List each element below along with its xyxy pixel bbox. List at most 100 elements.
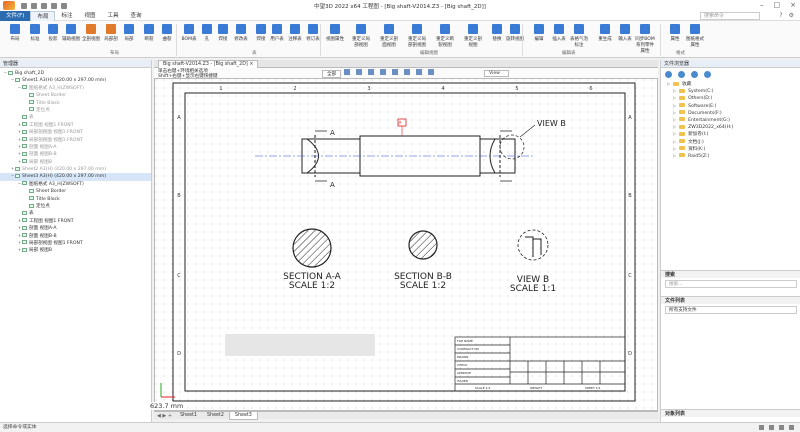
filter-select[interactable]: 全部 (322, 70, 342, 78)
tree-item[interactable]: − 图纸格式 A3_H(ZWSOFT) (0, 85, 151, 92)
expand-icon[interactable]: ▷ (673, 95, 676, 100)
ribbon-button-8[interactable]: 曲裂 (156, 24, 178, 42)
snap-icon[interactable] (404, 69, 410, 75)
folder-item[interactable]: ▷ 文档(J:) (661, 138, 800, 145)
render-icon[interactable] (392, 69, 398, 75)
tree-item[interactable]: Title Block (0, 196, 151, 203)
settings-icon[interactable]: ⚙ (789, 12, 794, 19)
tree-item[interactable]: + 剖面 视图B-B (0, 233, 151, 240)
folder-item[interactable]: ▷ Software(E:) (661, 102, 800, 109)
ribbon-button-30[interactable]: 同步BOM系列零件属性 (634, 24, 656, 54)
menu-layout[interactable]: 布局 (30, 10, 56, 21)
up-icon[interactable] (691, 70, 698, 78)
tree-item[interactable]: + 局部 视图B (0, 159, 151, 166)
tree-item[interactable]: 表 (0, 210, 151, 217)
status-icon-1[interactable] (759, 425, 764, 430)
folder-item[interactable]: ▷ Others(D:) (661, 94, 800, 101)
folder-item[interactable]: ▷ Entertainment(G:) (661, 116, 800, 123)
expand-icon[interactable]: ▷ (673, 139, 676, 144)
tree-item[interactable]: + 局部剖视图 视图1 FRONT (0, 129, 151, 136)
ribbon-button-12[interactable]: 修改表 (230, 24, 252, 42)
expand-icon[interactable]: ▷ (673, 88, 676, 93)
back-icon[interactable] (665, 70, 672, 78)
tree-item[interactable]: − Big shaft_2D (0, 70, 151, 77)
tree-item[interactable]: + 工程图 视图1 FRONT (0, 218, 151, 225)
tree-item[interactable]: + Sheet2 A3(H) (420.00 x 297.00 mm) (0, 166, 151, 173)
help-icon[interactable]: ? (779, 12, 782, 19)
sheet-tab-3[interactable]: Sheet3 (228, 411, 258, 420)
menu-query[interactable]: 查询 (125, 11, 148, 21)
expand-icon[interactable]: ▷ (673, 131, 676, 136)
refresh-icon[interactable] (704, 70, 711, 78)
tree-item[interactable]: 定位点 (0, 107, 151, 114)
ribbon-button-26[interactable]: 插入表 (548, 24, 570, 42)
expand-icon[interactable]: ▷ (667, 81, 670, 86)
forward-icon[interactable] (678, 70, 685, 78)
zoom-icon[interactable] (344, 69, 350, 75)
tree-item[interactable]: + 剖面 视图B-B (0, 151, 151, 158)
status-icon-2[interactable] (769, 425, 774, 430)
ribbon-button-22[interactable]: 重定义剖视图 (462, 24, 484, 48)
ribbon-button-28[interactable]: 重生成 (594, 24, 616, 42)
tree-item[interactable]: Sheet Border (0, 92, 151, 99)
ribbon-button-0[interactable]: 布局 (4, 24, 26, 42)
view-select[interactable]: View (484, 70, 509, 77)
folder-item[interactable]: ▷ System(C:) (661, 87, 800, 94)
tree-item[interactable]: 表 (0, 114, 151, 121)
expand-icon[interactable]: ▷ (673, 117, 676, 122)
maximize-icon[interactable]: □ (774, 1, 781, 9)
ribbon-button-25[interactable]: 编辑 (528, 24, 550, 42)
tree-item[interactable]: + 剖面 视图A-A (0, 225, 151, 232)
ribbon-button-3[interactable]: 辅助视图 (60, 24, 82, 42)
command-search-input[interactable]: 搜索命令 (700, 12, 760, 20)
expand-icon[interactable]: ▷ (673, 146, 676, 151)
tree-item[interactable]: + 工程图 视图1 FRONT (0, 122, 151, 129)
menu-annotate[interactable]: 标注 (55, 11, 78, 21)
tree-item[interactable]: + 局部剖视图 视图1 FRONT (0, 137, 151, 144)
expand-icon[interactable]: ▷ (673, 103, 676, 108)
rotate-icon[interactable] (380, 69, 386, 75)
menu-file[interactable]: 文件(F) (0, 10, 31, 21)
tree-item[interactable]: − 图纸格式 A3_H(ZWSOFT) (0, 181, 151, 188)
file-filter-select[interactable]: 所有支持文件 (665, 306, 797, 314)
file-search-input[interactable]: 搜索... (665, 280, 797, 288)
expand-icon[interactable]: ▷ (673, 153, 676, 158)
ribbon-button-27[interactable]: 表格气泡标注 (568, 24, 590, 48)
ribbon-button-4[interactable]: 全剖视图 (80, 24, 102, 42)
ribbon-button-17[interactable]: 视图属性 (324, 24, 346, 42)
ribbon-button-6[interactable]: 局部 (118, 24, 140, 42)
tree-item[interactable]: + 剖面 视图A-A (0, 144, 151, 151)
status-icon-4[interactable] (789, 425, 794, 430)
status-icon-3[interactable] (779, 425, 784, 430)
grid-icon[interactable] (416, 69, 422, 75)
folder-item[interactable]: ▷ 资料(K:) (661, 145, 800, 152)
folder-item[interactable]: ▷ 新加卷(I:) (661, 130, 800, 137)
folder-item[interactable]: ▷ 收藏 (661, 80, 800, 87)
tree-item[interactable]: + 局部剖视图 视图1 FRONT (0, 240, 151, 247)
minimize-icon[interactable]: – (760, 1, 764, 9)
tree-item[interactable]: Sheet Border (0, 188, 151, 195)
ribbon-button-18[interactable]: 重定义局部视图 (350, 24, 372, 48)
tree-item[interactable]: Title Block (0, 100, 151, 107)
menu-tools[interactable]: 工具 (102, 11, 125, 21)
fit-icon[interactable] (368, 69, 374, 75)
tree-item[interactable]: − Sheet1 A3(H) (420.00 x 297.00 mm) (0, 77, 151, 84)
close-icon[interactable]: × (790, 1, 796, 9)
folder-item[interactable]: ▷ Raid5(Z:) (661, 152, 800, 159)
document-tab[interactable]: Big shaft-V2014.Z3 - [Big shaft_2D] × (158, 60, 259, 68)
folder-item[interactable]: ▷ ZW3D2022_x64(H:) (661, 123, 800, 130)
layer-icon[interactable] (428, 69, 434, 75)
ribbon-button-29[interactable]: 输入表 (614, 24, 636, 42)
prev-sheet-icon[interactable]: ◀ ▶ + (154, 413, 175, 419)
folder-item[interactable]: ▷ Documents(F:) (661, 109, 800, 116)
pan-icon[interactable] (356, 69, 362, 75)
expand-icon[interactable]: ▷ (673, 110, 676, 115)
sheet-tab-1[interactable]: Sheet1 (175, 412, 202, 420)
tree-item[interactable]: 定位点 (0, 203, 151, 210)
sheet-tab-2[interactable]: Sheet2 (202, 412, 229, 420)
tree-item[interactable]: + 局部 视图B (0, 247, 151, 254)
ribbon-button-21[interactable]: 重定义断裂视图 (434, 24, 456, 48)
expand-icon[interactable]: ▷ (673, 124, 676, 129)
tree-item[interactable]: − Sheet3 A3(H) (420.00 x 297.00 mm) (0, 173, 151, 181)
ribbon-button-20[interactable]: 重定义局部剖视图 (406, 24, 428, 48)
